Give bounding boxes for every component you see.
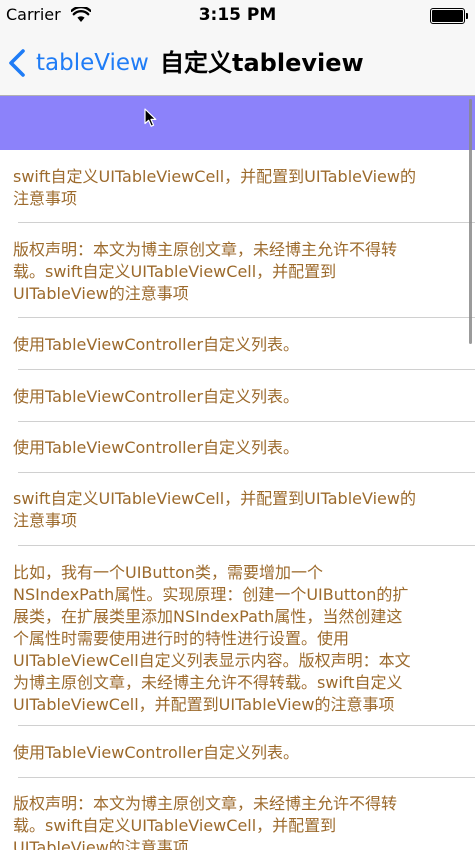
cell-separator	[18, 317, 475, 318]
scroll-indicator[interactable]	[469, 99, 472, 344]
table-cell-text[interactable]: 版权声明：本文为博主原创文章，未经博主允许不得转 载。swift自定义UITab…	[13, 239, 463, 305]
table-cell-text[interactable]: 使用TableViewController自定义列表。	[13, 334, 463, 356]
back-button[interactable]: tableView	[6, 46, 149, 80]
table-cell-text[interactable]: 使用TableViewController自定义列表。	[13, 386, 463, 408]
table-cell-text[interactable]: 使用TableViewController自定义列表。	[13, 742, 463, 764]
table-header	[0, 96, 475, 150]
cell-separator	[18, 421, 475, 422]
status-time: 3:15 PM	[198, 5, 277, 25]
battery-icon	[430, 8, 468, 24]
table-cell-text[interactable]: 比如，我有一个UIButton类，需要增加一个 NSIndexPath属性。实现…	[13, 562, 463, 716]
cell-separator	[18, 725, 475, 726]
cell-separator	[18, 777, 475, 778]
page-title: 自定义tableview	[160, 49, 364, 77]
cell-separator	[18, 472, 475, 473]
back-button-label: tableView	[36, 50, 149, 76]
table-view[interactable]: swift自定义UITableViewCell，并配置到UITableView的…	[0, 96, 475, 850]
cell-separator	[18, 222, 475, 223]
table-cell-text[interactable]: 使用TableViewController自定义列表。	[13, 437, 463, 459]
table-cell-text[interactable]: swift自定义UITableViewCell，并配置到UITableView的…	[13, 488, 463, 532]
table-cell-text[interactable]: swift自定义UITableViewCell，并配置到UITableView的…	[13, 166, 463, 210]
cell-separator	[18, 369, 475, 370]
navigation-bar: tableView 自定义tableview	[0, 32, 475, 96]
mouse-cursor-icon	[144, 108, 157, 127]
chevron-left-icon	[9, 49, 25, 77]
table-cell-text[interactable]: 版权声明：本文为博主原创文章，未经博主允许不得转 载。swift自定义UITab…	[13, 793, 463, 850]
status-bar: Carrier 3:15 PM	[0, 0, 475, 32]
cell-separator	[18, 545, 475, 546]
